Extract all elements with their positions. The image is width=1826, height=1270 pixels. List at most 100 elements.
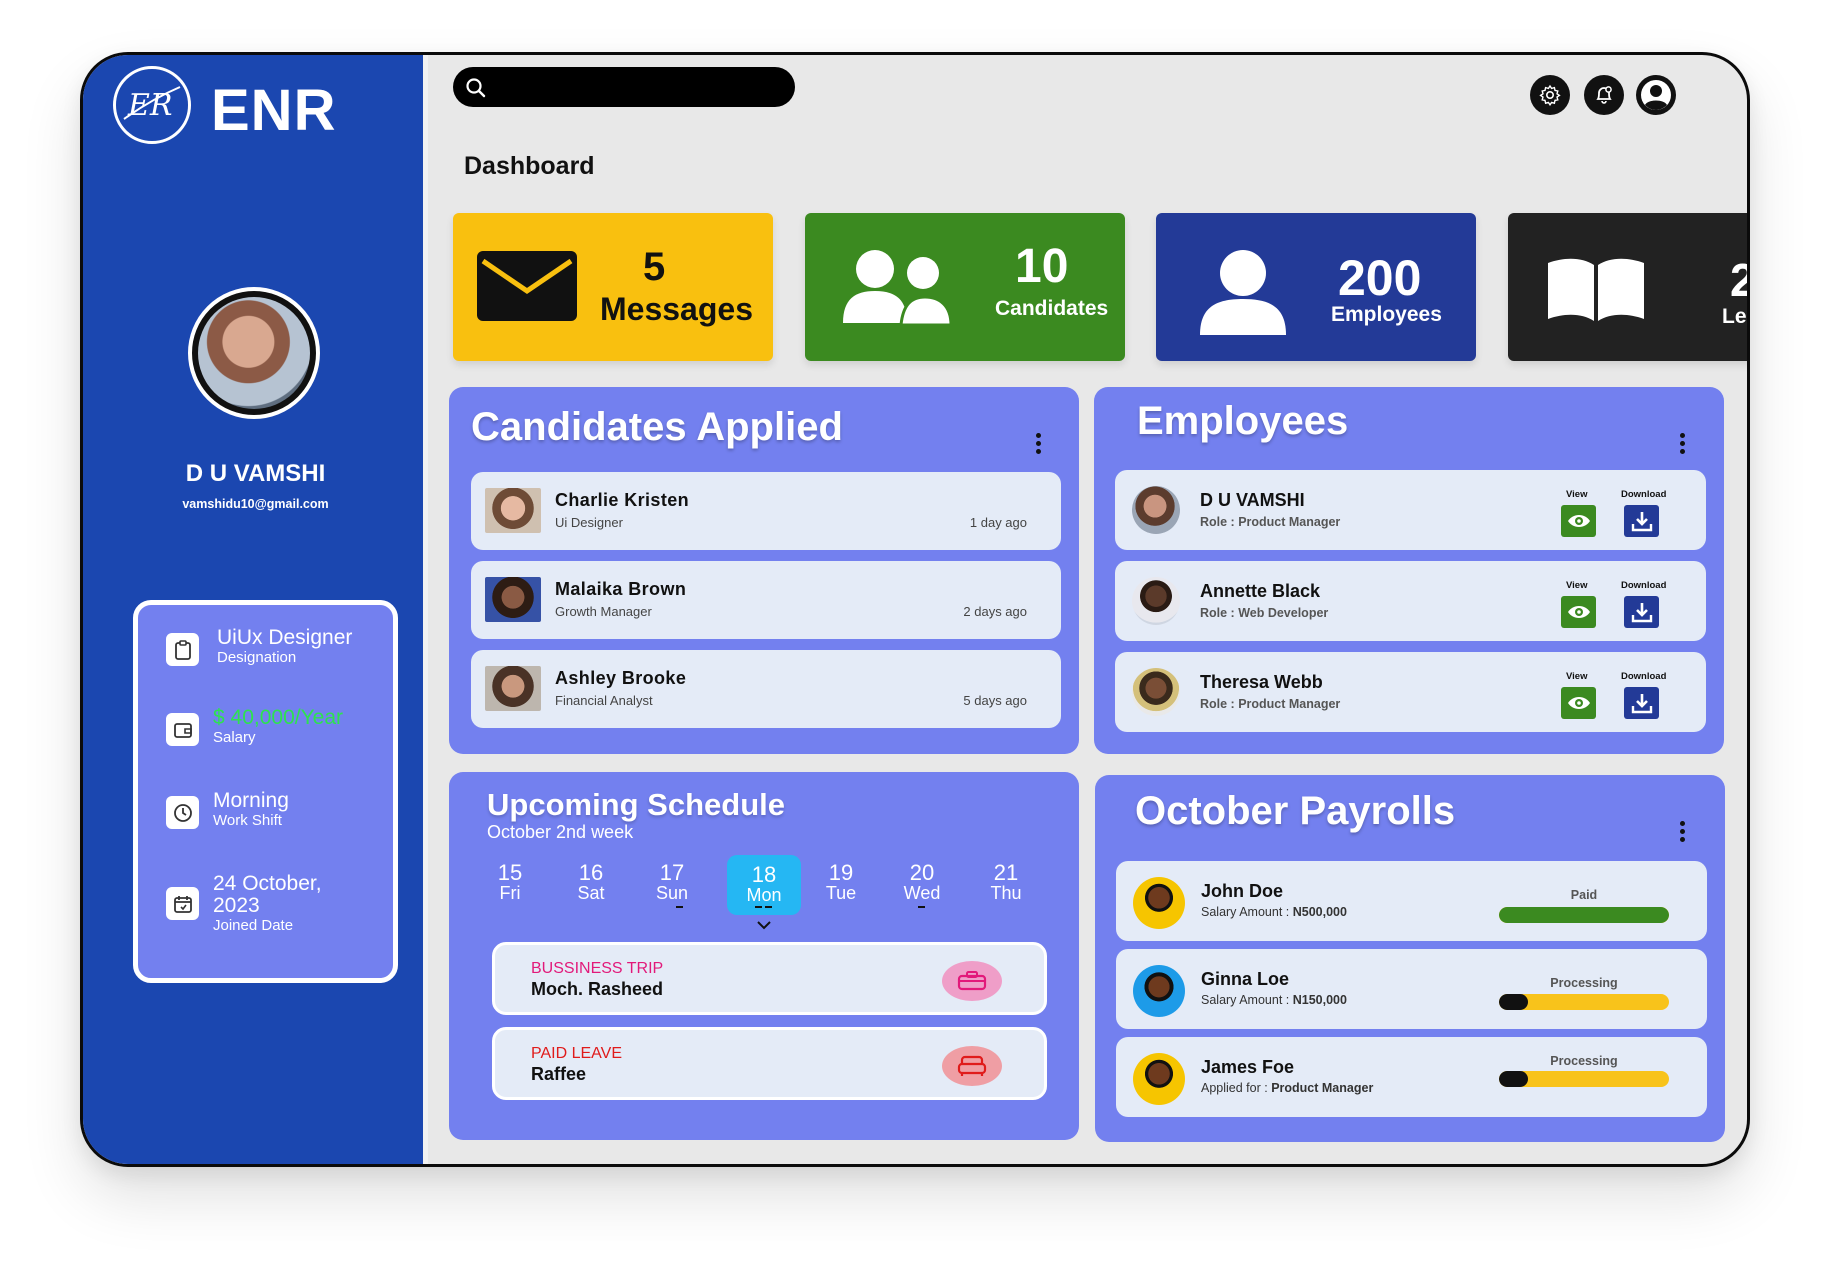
clock-icon — [166, 796, 199, 829]
messages-label: Messages — [600, 291, 753, 327]
candidate-photo — [485, 488, 541, 533]
event-indicator — [676, 906, 683, 908]
leaves-count: 2 — [1730, 253, 1747, 307]
day-19[interactable]: 19 Tue — [811, 860, 871, 903]
payroll-progress-bar — [1499, 907, 1669, 923]
day-weekday: Sun — [655, 883, 689, 903]
payroll-status: Processing — [1550, 1054, 1618, 1068]
view-label: View — [1566, 489, 1588, 500]
employee-role: Role : Product Manager — [1200, 697, 1341, 711]
candidate-name: Charlie Kristen — [555, 490, 690, 510]
employee-row[interactable]: Theresa Webb Role : Product Manager View… — [1115, 652, 1706, 732]
envelope-icon — [477, 251, 577, 321]
eye-icon — [1567, 697, 1590, 709]
eye-icon — [1567, 515, 1590, 527]
download-button[interactable] — [1624, 687, 1659, 719]
employees-title: Employees — [1137, 399, 1349, 443]
event-type: PAID LEAVE — [531, 1045, 622, 1062]
day-weekday: Wed — [903, 883, 941, 903]
gear-icon — [1539, 84, 1561, 106]
event-indicator — [755, 906, 762, 908]
view-button[interactable] — [1561, 505, 1596, 537]
day-21[interactable]: 21 Thu — [976, 860, 1036, 903]
day-17[interactable]: 17 Sun — [642, 862, 702, 903]
candidates-stat-card[interactable]: 10 Candidates — [805, 213, 1125, 361]
schedule-event[interactable]: PAID LEAVE Raffee — [492, 1027, 1047, 1100]
payroll-detail: Salary Amount : N150,000 — [1201, 993, 1347, 1007]
download-button[interactable] — [1624, 596, 1659, 628]
schedule-subtitle: October 2nd week — [487, 822, 634, 842]
profile-info-card: UiUx Designer Designation $ 40,000/Year … — [133, 600, 398, 983]
payroll-detail: Applied for : Product Manager — [1201, 1081, 1374, 1095]
download-button[interactable] — [1624, 505, 1659, 537]
salary-value: $ 40,000/Year — [213, 706, 344, 729]
designation-label: Designation — [217, 649, 297, 666]
wallet-icon — [166, 713, 199, 746]
work-shift-value: Morning — [213, 789, 289, 812]
day-date: 19 — [828, 860, 854, 885]
employee-row[interactable]: Annette Black Role : Web Developer View … — [1115, 561, 1706, 641]
schedule-event[interactable]: BUSSINESS TRIP Moch. Rasheed — [492, 942, 1047, 1015]
day-date: 15 — [497, 860, 523, 885]
payrolls-title: October Payrolls — [1135, 789, 1456, 833]
clipboard-icon — [166, 633, 199, 666]
candidate-row[interactable]: Ashley Brooke Financial Analyst 5 days a… — [471, 650, 1061, 728]
payroll-name: Ginna Loe — [1201, 969, 1290, 989]
designation-row: UiUx Designer Designation — [166, 627, 352, 666]
brand-logo[interactable]: ER — [113, 66, 191, 144]
employees-more-menu[interactable] — [1680, 433, 1686, 457]
payroll-status: Paid — [1570, 888, 1598, 902]
settings-button[interactable] — [1530, 75, 1570, 115]
employee-row[interactable]: D U VAMSHI Role : Product Manager View D… — [1115, 470, 1706, 550]
employees-stat-card[interactable]: 200 Employees — [1156, 213, 1476, 361]
view-button[interactable] — [1561, 596, 1596, 628]
day-16[interactable]: 16 Sat — [561, 860, 621, 903]
event-person: Raffee — [531, 1064, 587, 1084]
candidates-title: Candidates Applied — [471, 405, 843, 449]
candidates-more-menu[interactable] — [1036, 433, 1042, 457]
work-shift-row: Morning Work Shift — [166, 790, 289, 829]
user-avatar-icon — [1641, 80, 1671, 110]
employees-label: Employees — [1331, 303, 1442, 326]
payroll-progress-bar — [1499, 994, 1669, 1010]
schedule-title: Upcoming Schedule — [487, 787, 785, 822]
joined-date-label: Joined Date — [213, 917, 294, 934]
search-bar[interactable] — [453, 67, 795, 107]
view-label: View — [1566, 580, 1588, 591]
payroll-row[interactable]: John Doe Salary Amount : N500,000 Paid — [1116, 861, 1707, 941]
account-button[interactable] — [1636, 75, 1676, 115]
payroll-avatar — [1133, 877, 1185, 929]
view-button[interactable] — [1561, 687, 1596, 719]
employee-name: D U VAMSHI — [1200, 490, 1305, 510]
briefcase-icon — [942, 961, 1002, 1001]
profile-avatar[interactable] — [188, 287, 320, 419]
leaves-stat-card[interactable]: 2 Le — [1508, 213, 1747, 361]
payrolls-more-menu[interactable] — [1680, 821, 1686, 845]
payroll-row[interactable]: James Foe Applied for : Product Manager … — [1116, 1037, 1707, 1117]
payrolls-panel: October Payrolls John Doe Salary Amount … — [1095, 775, 1725, 1142]
day-weekday: Tue — [825, 883, 857, 903]
day-20[interactable]: 20 Wed — [892, 862, 952, 903]
designation-value: UiUx Designer — [217, 626, 353, 649]
payroll-avatar — [1133, 1053, 1185, 1105]
messages-stat-card[interactable]: 5 Messages — [453, 213, 773, 361]
download-label: Download — [1621, 489, 1667, 500]
employee-photo — [1132, 486, 1180, 534]
candidate-row[interactable]: Malaika Brown Growth Manager 2 days ago — [471, 561, 1061, 639]
search-icon — [466, 78, 486, 98]
employees-count: 200 — [1338, 250, 1422, 306]
day-15[interactable]: 15 Fri — [480, 860, 540, 903]
notifications-button[interactable] — [1584, 75, 1624, 115]
payroll-row[interactable]: Ginna Loe Salary Amount : N150,000 Proce… — [1116, 949, 1707, 1029]
event-indicator — [765, 906, 772, 908]
users-icon — [843, 250, 953, 325]
candidate-row[interactable]: Charlie Kristen Ui Designer 1 day ago — [471, 472, 1061, 550]
day-18-selected[interactable]: 18 Mon — [727, 855, 801, 915]
day-date: 21 — [993, 860, 1019, 885]
payroll-avatar — [1133, 965, 1185, 1017]
payroll-detail: Salary Amount : N500,000 — [1201, 905, 1347, 919]
candidates-count: 10 — [1015, 240, 1069, 293]
day-date: 16 — [578, 860, 604, 885]
payroll-progress-bar — [1499, 1071, 1669, 1087]
candidate-time: 5 days ago — [963, 693, 1027, 708]
